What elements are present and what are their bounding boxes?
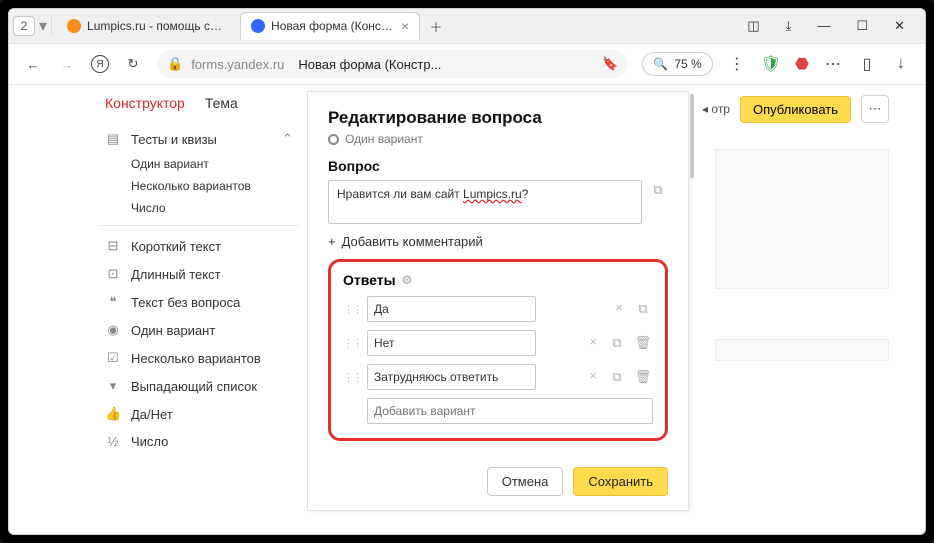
adblock-icon[interactable]: ⬣ <box>795 54 809 74</box>
tab-title: Lumpics.ru - помощь с ком <box>87 19 225 33</box>
long-text-icon: ⊡ <box>105 266 121 282</box>
zoom-icon: 🔍 <box>653 57 668 71</box>
tab-constructor[interactable]: Конструктор <box>105 95 185 111</box>
sidebar-item-yes-no[interactable]: 👍Да/Нет <box>99 400 299 428</box>
favicon-form-icon <box>251 19 265 33</box>
add-answer-row: ⋮⋮ <box>343 398 653 424</box>
close-tab-icon[interactable]: × <box>401 18 409 34</box>
delete-answer-icon[interactable]: 🗑 <box>633 367 653 387</box>
sidebar-item-dropdown[interactable]: ▾Выпадающий список <box>99 372 299 400</box>
add-comment-button[interactable]: + Добавить комментарий <box>328 234 668 249</box>
page-title-inline: Новая форма (Констр... <box>298 57 441 72</box>
sidebar-item-number[interactable]: ½Число <box>99 428 299 455</box>
save-button[interactable]: Сохранить <box>573 467 668 496</box>
sidebar-item-one-option[interactable]: ◉Один вариант <box>99 316 299 344</box>
copy-question-icon[interactable]: ⧉ <box>648 180 668 200</box>
short-text-icon: ⊟ <box>105 238 121 254</box>
sidebar-item-short-text[interactable]: ⊟Короткий текст <box>99 232 299 260</box>
sidebar-sub-one-option[interactable]: Один вариант <box>99 153 299 175</box>
plus-icon: + <box>328 234 336 249</box>
panel-title: Редактирование вопроса <box>328 108 668 128</box>
tab-title: Новая форма (Констру <box>271 19 395 33</box>
browser-tab-lumpics[interactable]: Lumpics.ru - помощь с ком <box>56 12 236 40</box>
url-host: forms.yandex.ru <box>191 57 284 72</box>
menu-icon[interactable]: ⋯ <box>823 54 843 74</box>
answer-input-2[interactable] <box>367 330 536 356</box>
sidebar-item-long-text[interactable]: ⊡Длинный текст <box>99 260 299 288</box>
answer-row: ⋮⋮ × ⧉ 🗑 <box>343 330 653 356</box>
radio-icon <box>328 134 339 145</box>
question-text-input[interactable]: Нравится ли вам сайт Lumpics.ru? <box>328 180 642 224</box>
drag-handle-icon[interactable]: ⋮⋮ <box>343 371 361 384</box>
maximize-button[interactable]: ☐ <box>856 18 868 34</box>
canvas-placeholder-small <box>715 339 889 361</box>
delete-answer-icon[interactable]: 🗑 <box>633 333 653 353</box>
new-tab-button[interactable]: ＋ <box>424 14 448 38</box>
minimize-button[interactable]: — <box>817 18 830 34</box>
sidebar-sub-many-options[interactable]: Несколько вариантов <box>99 175 299 197</box>
add-answer-input[interactable] <box>367 398 653 424</box>
answer-row: ⋮⋮ × ⧉ <box>343 296 653 322</box>
left-sidebar: Конструктор Тема ▤ Тесты и квизы ⌃ Один … <box>99 85 299 534</box>
close-window-button[interactable]: ✕ <box>894 18 905 34</box>
back-button[interactable]: ← <box>23 57 43 72</box>
tab-count[interactable]: 2 <box>13 16 35 36</box>
dropdown-icon: ▾ <box>105 378 121 394</box>
sidebar-group-tests[interactable]: ▤ Тесты и квизы ⌃ <box>99 125 299 153</box>
clear-icon[interactable]: × <box>589 334 597 349</box>
clear-icon[interactable]: × <box>589 368 597 383</box>
chevron-down-icon[interactable]: ▾ <box>39 16 47 36</box>
sidebar-item-many-options[interactable]: ☑Несколько вариантов <box>99 344 299 372</box>
reload-button[interactable]: ↻ <box>123 56 143 72</box>
drag-handle-icon[interactable]: ⋮⋮ <box>343 303 361 316</box>
drag-handle-icon[interactable]: ⋮⋮ <box>343 337 361 350</box>
question-editor-panel: Редактирование вопроса Один вариант Вопр… <box>307 91 689 511</box>
answers-label: Ответы <box>343 272 396 288</box>
tests-icon: ▤ <box>105 131 121 147</box>
answers-section: Ответы ⚙ ⋮⋮ × ⧉ <box>328 259 668 441</box>
tab-theme[interactable]: Тема <box>205 95 238 111</box>
panel-scrollbar[interactable] <box>688 92 696 510</box>
shield-safe-icon[interactable]: 🛡 <box>761 54 781 74</box>
address-bar: ← → Я ↻ 🔒 forms.yandex.ru Новая форма (К… <box>9 43 925 85</box>
zoom-indicator[interactable]: 🔍 75 % <box>642 52 712 76</box>
question-type-label: Один вариант <box>328 132 668 146</box>
omnibox[interactable]: 🔒 forms.yandex.ru Новая форма (Констр...… <box>157 50 628 78</box>
thumb-icon: 👍 <box>105 406 121 422</box>
titlebar: 2 ▾ Lumpics.ru - помощь с ком Новая форм… <box>9 9 925 43</box>
answer-input-1[interactable] <box>367 296 536 322</box>
number-icon: ½ <box>105 434 121 449</box>
canvas-placeholder <box>715 149 889 289</box>
bookmark-icon[interactable]: 🔖 <box>602 56 618 72</box>
bookmarks-icon[interactable]: ◫ <box>747 18 759 34</box>
more-actions-button[interactable]: ⋯ <box>861 95 889 123</box>
radio-icon: ◉ <box>105 322 121 338</box>
quote-icon: ❝ <box>105 294 121 310</box>
forward-button[interactable]: → <box>57 57 77 72</box>
reader-icon[interactable]: ▯ <box>857 54 877 74</box>
toolbar-more-icon[interactable]: ⋮ <box>727 54 747 74</box>
download-icon[interactable]: ↓ <box>891 55 911 73</box>
zoom-value: 75 % <box>674 57 701 71</box>
favicon-lumpics-icon <box>67 19 81 33</box>
lock-icon: 🔒 <box>167 56 183 72</box>
copy-answer-icon[interactable]: ⧉ <box>633 299 653 319</box>
preview-fragment[interactable]: ◂ отр <box>702 102 730 116</box>
copy-answer-icon[interactable]: ⧉ <box>607 367 627 387</box>
sidebar-sub-number[interactable]: Число <box>99 197 299 219</box>
publish-button[interactable]: Опубликовать <box>740 96 851 123</box>
question-section-label: Вопрос <box>328 158 668 174</box>
answer-row: ⋮⋮ × ⧉ 🗑 <box>343 364 653 390</box>
clear-icon[interactable]: × <box>615 300 623 315</box>
downloads-icon[interactable]: ⤓ <box>786 18 792 34</box>
checkbox-icon: ☑ <box>105 350 121 366</box>
cancel-button[interactable]: Отмена <box>487 467 564 496</box>
sidebar-item-text-no-question[interactable]: ❝Текст без вопроса <box>99 288 299 316</box>
answer-input-3[interactable] <box>367 364 536 390</box>
copy-answer-icon[interactable]: ⧉ <box>607 333 627 353</box>
chevron-up-icon: ⌃ <box>282 131 293 147</box>
yandex-home-icon[interactable]: Я <box>91 55 109 73</box>
browser-tab-form[interactable]: Новая форма (Констру × <box>240 12 420 40</box>
answers-settings-icon[interactable]: ⚙ <box>402 273 413 287</box>
